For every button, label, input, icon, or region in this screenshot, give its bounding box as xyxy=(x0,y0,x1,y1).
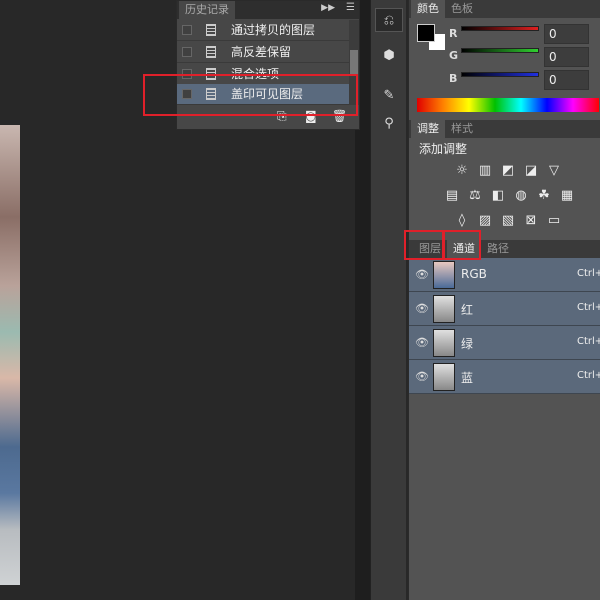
r-label: R xyxy=(449,27,458,40)
channel-shortcut: Ctrl+ xyxy=(577,370,600,381)
b-value-input[interactable]: 0 xyxy=(544,70,589,90)
eye-icon[interactable]: 👁 xyxy=(415,370,429,383)
adjustment-icon[interactable]: ◊ xyxy=(454,213,470,229)
channel-thumbnail xyxy=(433,261,455,289)
adjustment-icon[interactable]: ☼ xyxy=(454,163,470,179)
channel-row-rgb[interactable]: 👁 RGB Ctrl+ xyxy=(409,258,600,292)
adjustment-icon[interactable]: ▨ xyxy=(477,213,493,229)
color-spectrum[interactable] xyxy=(417,98,599,112)
adjustment-icon[interactable]: ▽ xyxy=(546,163,562,179)
canvas-image xyxy=(0,125,20,585)
history-item[interactable]: 高反差保留 xyxy=(177,42,349,63)
r-value-input[interactable]: 0 xyxy=(544,24,589,44)
brush-panel-icon[interactable]: ✎ xyxy=(375,84,403,108)
channel-row-red[interactable]: 👁 红 Ctrl+ xyxy=(409,292,600,326)
channel-name: 绿 xyxy=(461,337,474,351)
g-value-input[interactable]: 0 xyxy=(544,47,589,67)
channel-name: 红 xyxy=(461,303,474,317)
channel-row-green[interactable]: 👁 绿 Ctrl+ xyxy=(409,326,600,360)
adjustment-icon[interactable]: ⚖ xyxy=(467,188,483,204)
adjustments-title: 添加调整 xyxy=(419,142,468,156)
snapshot-checkbox[interactable] xyxy=(182,47,192,57)
tab-color[interactable]: 颜色 xyxy=(411,0,445,18)
channel-name: RGB xyxy=(461,267,487,281)
snapshot-checkbox[interactable] xyxy=(182,25,192,35)
eye-icon[interactable]: 👁 xyxy=(415,302,429,315)
history-item[interactable]: 通过拷贝的图层 xyxy=(177,20,349,41)
adjustment-icon[interactable]: ▥ xyxy=(477,163,493,179)
collapse-icon[interactable]: ▶▶ xyxy=(321,3,335,13)
highlight-box xyxy=(404,230,444,260)
tab-paths[interactable]: 路径 xyxy=(481,240,515,258)
tab-history[interactable]: 历史记录 xyxy=(179,1,235,19)
b-label: B xyxy=(449,72,458,85)
tool-presets-icon[interactable]: ⚲ xyxy=(375,112,403,136)
adjustment-icon[interactable]: ◧ xyxy=(490,188,506,204)
adjustment-icon[interactable]: ◍ xyxy=(513,188,529,204)
highlight-box xyxy=(443,230,481,260)
highlight-box xyxy=(143,74,358,116)
g-slider[interactable] xyxy=(461,48,539,53)
document-icon xyxy=(206,24,216,36)
channel-thumbnail xyxy=(433,295,455,323)
channel-shortcut: Ctrl+ xyxy=(577,336,600,347)
tab-swatches[interactable]: 色板 xyxy=(445,0,479,18)
channel-shortcut: Ctrl+ xyxy=(577,302,600,313)
eye-icon[interactable]: 👁 xyxy=(415,268,429,281)
tab-styles[interactable]: 样式 xyxy=(445,120,479,138)
adjustment-icon[interactable]: ⊠ xyxy=(523,213,539,229)
tab-adjustments[interactable]: 调整 xyxy=(411,120,445,138)
adjustment-icon[interactable]: ◩ xyxy=(500,163,516,179)
panel-dock: ⎌ ⬢ ✎ ⚲ xyxy=(370,0,406,600)
adjustment-icon[interactable]: ▧ xyxy=(500,213,516,229)
channel-row-blue[interactable]: 👁 蓝 Ctrl+ xyxy=(409,360,600,394)
3d-panel-icon[interactable]: ⬢ xyxy=(375,44,403,68)
history-panel-icon[interactable]: ⎌ xyxy=(375,8,403,32)
channel-thumbnail xyxy=(433,329,455,357)
right-panels: 颜色 色板 R 0 G 0 B 0 调整 样式 添加调整 ☼ ▥ ◩ ◪ ▽ ▤ ⚖ ◧ ◍ ☘ ▦ ◊ ▨… xyxy=(408,0,600,600)
adjustment-icon[interactable]: ▦ xyxy=(559,188,575,204)
b-slider[interactable] xyxy=(461,72,539,77)
adjustment-icon[interactable]: ▭ xyxy=(546,213,562,229)
panel-menu-icon[interactable]: ☰ xyxy=(346,2,355,13)
adjustment-icon[interactable]: ▤ xyxy=(444,188,460,204)
eye-icon[interactable]: 👁 xyxy=(415,336,429,349)
channel-shortcut: Ctrl+ xyxy=(577,268,600,279)
channel-name: 蓝 xyxy=(461,371,474,385)
adjustment-icon[interactable]: ☘ xyxy=(536,188,552,204)
r-slider[interactable] xyxy=(461,26,539,31)
g-label: G xyxy=(449,49,459,62)
foreground-color-swatch[interactable] xyxy=(417,24,435,42)
channel-thumbnail xyxy=(433,363,455,391)
document-icon xyxy=(206,46,216,58)
adjustment-icon[interactable]: ◪ xyxy=(523,163,539,179)
